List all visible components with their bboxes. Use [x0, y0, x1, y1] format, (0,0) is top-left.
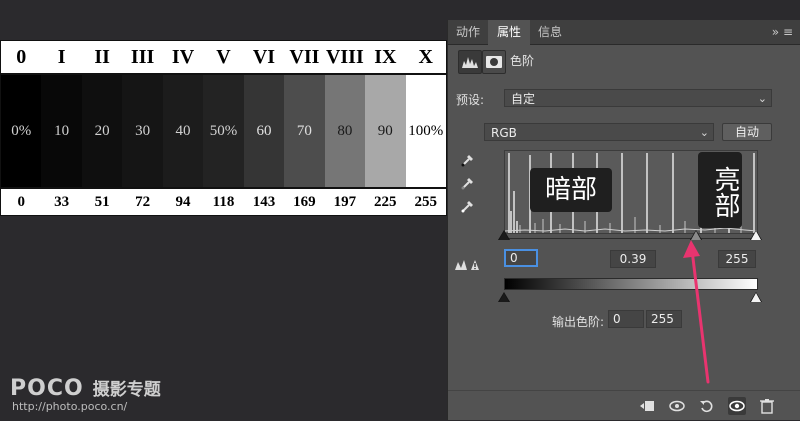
panel-tab-bar: 动作 属性 信息 » ≡ [448, 20, 800, 45]
zone-roman-label: I [57, 46, 66, 68]
toggle-visibility-icon[interactable] [728, 397, 746, 415]
zone-band: 80 [324, 75, 366, 187]
zone-value: 143 [252, 194, 276, 210]
panel-bottom-toolbar [448, 390, 800, 421]
zone-value: 169 [293, 194, 316, 210]
zone-value: 72 [135, 194, 151, 210]
black-point-eyedropper-icon[interactable] [460, 152, 476, 168]
tab-properties[interactable]: 属性 [488, 20, 530, 45]
zone-value: 197 [333, 194, 357, 210]
zone-values: 0 33 51 72 94 118 143 169 197 225 255 [1, 189, 446, 215]
auto-button[interactable]: 自动 [722, 123, 772, 141]
black-input-handle[interactable] [499, 231, 509, 240]
zone-band: 20 [81, 75, 123, 187]
tab-actions[interactable]: 动作 [448, 20, 488, 44]
black-output-handle[interactable] [499, 293, 509, 302]
clip-to-layer-icon[interactable] [638, 397, 656, 415]
chevron-down-icon: ⌄ [699, 126, 709, 139]
zone-value: 33 [54, 194, 70, 210]
input-gamma-field[interactable]: 0.39 [610, 250, 656, 268]
input-slider-track [504, 238, 756, 239]
zone-value: 0 [17, 194, 25, 210]
zone-roman-label: VI [252, 46, 276, 68]
preset-select[interactable]: 自定 ⌄ [504, 89, 772, 107]
zone-roman-label: V [216, 46, 231, 68]
highlights-callout: 亮部 [698, 152, 742, 228]
zone-value: 225 [374, 194, 397, 210]
input-black-field[interactable]: 0 [504, 249, 538, 267]
zone-band: 10 [41, 75, 82, 187]
channel-value: RGB [491, 126, 517, 140]
reset-icon[interactable] [698, 397, 716, 415]
watermark-url: http://photo.poco.cn/ [12, 400, 128, 413]
zone-roman-label: X [418, 46, 433, 68]
annotation-arrow [683, 240, 710, 384]
shadows-callout: 暗部 [530, 168, 612, 212]
zone-value: 118 [212, 194, 235, 210]
zone-value: 255 [414, 194, 438, 210]
zone-band: 40 [162, 75, 204, 187]
zone-value: 94 [175, 194, 191, 210]
gray-point-eyedropper-icon[interactable] [460, 175, 476, 191]
output-levels-label: 输出色阶: [552, 315, 605, 329]
zone-roman-labels: 0 I II III IV V VI VII VIII IX X [1, 43, 446, 71]
trash-icon[interactable] [758, 397, 776, 415]
zone-roman-label: IX [374, 46, 397, 68]
clipping-warning-icon[interactable] [454, 256, 480, 272]
zone-band: 90 [365, 75, 406, 187]
poco-watermark-logo: POCO 摄影专题 [10, 375, 161, 401]
adjustment-name: 色阶 [510, 54, 535, 68]
output-white-field[interactable]: 255 [646, 310, 682, 328]
watermark-logo-text: POCO [10, 376, 84, 401]
view-previous-state-icon[interactable] [668, 397, 686, 415]
panel-menu-icon[interactable]: » ≡ [772, 20, 793, 44]
zone-bands: 0% 10 20 30 40 50% 60 70 80 90 100% [1, 73, 446, 189]
output-black-field[interactable]: 0 [608, 310, 644, 328]
tab-info[interactable]: 信息 [530, 20, 570, 44]
zone-roman-label: VIII [325, 46, 364, 68]
levels-adjustment-icon[interactable] [458, 50, 482, 74]
zone-band: 50% [203, 75, 244, 187]
zone-value: 51 [94, 194, 110, 210]
properties-panel: 动作 属性 信息 » ≡ 色阶 预设: 自定 ⌄ RGB ⌄ 自动 暗部 亮部 … [447, 20, 800, 420]
channel-select[interactable]: RGB ⌄ [484, 123, 714, 141]
chevron-down-icon: ⌄ [757, 92, 767, 105]
watermark-logo-cn: 摄影专题 [92, 380, 161, 400]
zone-band: 70 [284, 75, 325, 187]
output-gradient-bar [504, 278, 758, 290]
white-output-handle[interactable] [751, 293, 761, 302]
zone-band: 60 [243, 75, 285, 187]
zone-roman-label: IV [171, 46, 195, 68]
zone-roman-label: VII [289, 46, 320, 68]
zone-band: 100% [405, 75, 446, 187]
layer-mask-icon[interactable] [482, 50, 506, 74]
zone-band: 0% [1, 75, 42, 187]
white-input-handle[interactable] [751, 231, 761, 240]
zone-roman-label: III [130, 46, 155, 68]
zone-band: 30 [122, 75, 163, 187]
input-white-field[interactable]: 255 [718, 250, 756, 268]
zone-chart: 0 I II III IV V VI VII VIII IX X 0% 10 20 30 40 50% 60 70… [0, 40, 447, 216]
zone-roman-label: 0 [16, 46, 27, 68]
white-point-eyedropper-icon[interactable] [460, 198, 476, 214]
preset-label: 预设: [456, 93, 485, 107]
zone-roman-label: II [94, 46, 110, 68]
preset-value: 自定 [511, 92, 536, 106]
